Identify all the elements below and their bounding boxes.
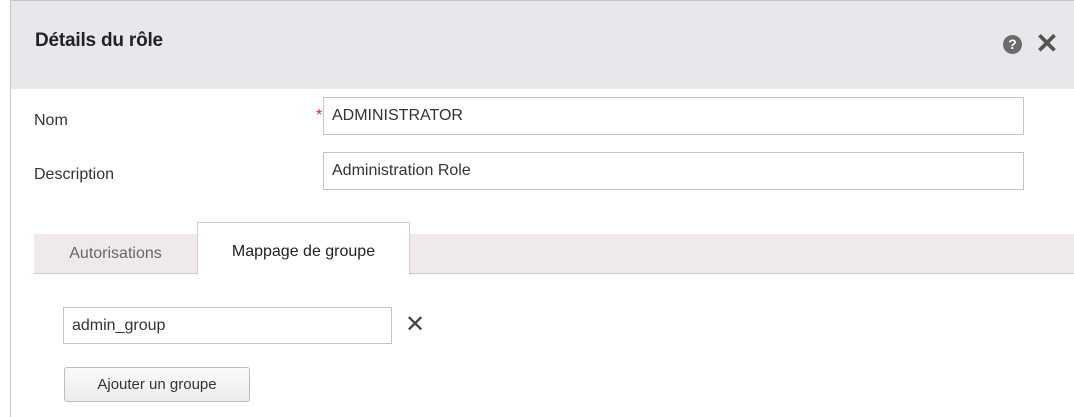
name-input[interactable]: [323, 97, 1024, 135]
tab-mappage-de-groupe[interactable]: Mappage de groupe: [197, 222, 410, 275]
add-group-button[interactable]: Ajouter un groupe: [64, 367, 250, 402]
name-label: Nom: [34, 112, 68, 129]
role-details-dialog: Détails du rôle ? ✕ Nom * Description Au…: [10, 0, 1074, 417]
dialog-title: Détails du rôle: [35, 30, 163, 51]
required-marker: *: [316, 107, 323, 124]
description-label: Description: [34, 166, 115, 183]
dialog-header: Détails du rôle ? ✕: [11, 1, 1074, 89]
tab-autorisations[interactable]: Autorisations: [34, 234, 197, 274]
tab-bar: Autorisations Mappage de groupe: [34, 222, 1074, 275]
group-input[interactable]: [63, 307, 392, 344]
close-icon[interactable]: ✕: [1035, 29, 1059, 59]
remove-group-icon[interactable]: ✕: [403, 310, 427, 340]
description-input[interactable]: [323, 152, 1024, 190]
help-icon[interactable]: ?: [1003, 35, 1022, 54]
